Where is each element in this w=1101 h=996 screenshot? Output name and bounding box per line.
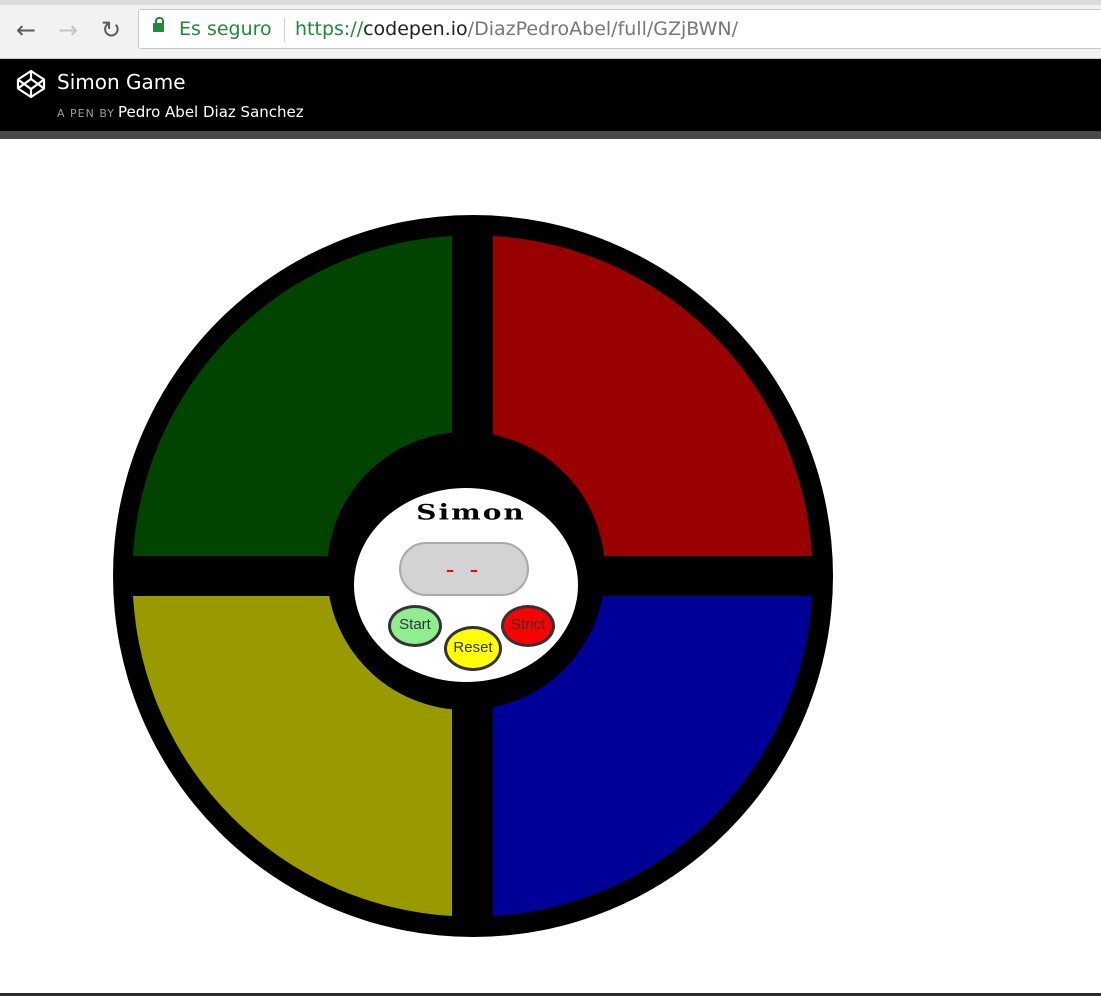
lock-icon <box>153 17 164 32</box>
header-divider <box>0 131 1101 139</box>
pen-header: Simon Game A PEN BY Pedro Abel Diaz Sanch… <box>0 59 1101 131</box>
count-display: - - <box>399 542 529 596</box>
address-divider <box>284 18 285 42</box>
codepen-logo-icon[interactable] <box>16 69 46 99</box>
url-path: /DiazPedroAbel/full/GZjBWN/ <box>467 18 739 40</box>
address-bar[interactable]: Es seguro https://codepen.io/DiazPedroAb… <box>138 9 1101 49</box>
reload-button[interactable]: ↻ <box>93 12 129 48</box>
pen-title: Simon Game <box>57 70 186 94</box>
forward-arrow-icon: → <box>57 16 79 44</box>
reset-button[interactable]: Reset <box>444 626 502 671</box>
pen-author-link[interactable]: Pedro Abel Diaz Sanchez <box>118 103 304 121</box>
simon-logo-text: Simon <box>416 500 526 525</box>
url-scheme: https:// <box>295 18 364 40</box>
pen-author-line: A PEN BY Pedro Abel Diaz Sanchez <box>57 103 304 121</box>
reload-icon: ↻ <box>100 16 122 44</box>
url-text[interactable]: https://codepen.io/DiazPedroAbel/full/GZ… <box>295 18 738 40</box>
back-button[interactable]: ← <box>8 12 44 48</box>
pen-by-prefix: A PEN BY <box>57 107 115 120</box>
strict-button[interactable]: Strict <box>501 605 555 647</box>
start-button[interactable]: Start <box>388 605 442 647</box>
forward-button[interactable]: → <box>50 12 86 48</box>
tab-strip <box>0 0 1101 5</box>
simon-board: Simon - - Start Strict Reset <box>113 215 833 937</box>
url-host: codepen.io <box>363 18 468 40</box>
back-arrow-icon: ← <box>15 16 37 44</box>
security-label: Es seguro <box>179 18 272 40</box>
browser-toolbar: ← → ↻ Es seguro https://codepen.io/DiazP… <box>0 0 1101 59</box>
